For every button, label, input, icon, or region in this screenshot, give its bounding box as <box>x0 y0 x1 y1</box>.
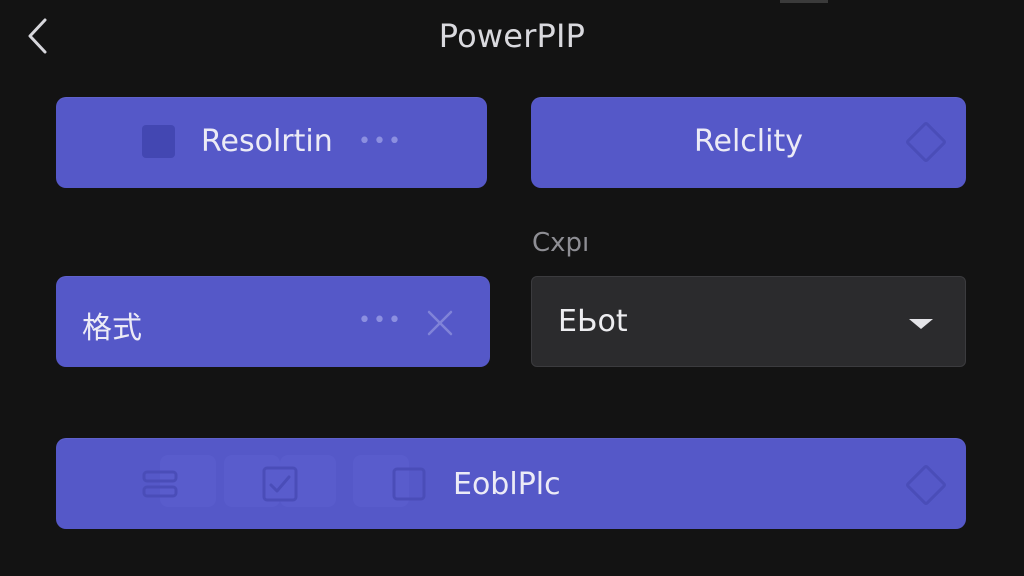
enable-label: EoblPlc <box>453 467 561 502</box>
checkbox-icon[interactable] <box>262 466 298 502</box>
export-select-value: EЬot <box>558 304 628 339</box>
resolution-label: Resolrtin <box>201 124 333 159</box>
chevron-down-icon <box>909 319 933 329</box>
format-label: 格式 <box>82 311 142 346</box>
close-icon[interactable] <box>426 309 454 337</box>
page-title: PowerPIP <box>438 17 586 55</box>
list-icon <box>142 470 178 498</box>
export-label: Cxpı <box>532 228 590 258</box>
square-icon <box>142 125 175 158</box>
square-outline-icon <box>392 467 426 501</box>
powerpip-screen: PowerPIP Resolrtin ••• Relclity Cxpı 格式 … <box>0 0 1024 576</box>
diamond-icon <box>904 120 948 164</box>
more-dots-icon[interactable]: ••• <box>358 310 403 332</box>
enable-button[interactable]: EoblPlc <box>56 438 966 529</box>
export-select[interactable]: EЬot <box>531 276 966 367</box>
resolution-button[interactable]: Resolrtin ••• <box>56 97 487 188</box>
relclity-button[interactable]: Relclity <box>531 97 966 188</box>
more-dots-icon[interactable]: ••• <box>358 131 403 153</box>
relclity-label: Relclity <box>694 124 803 159</box>
format-button[interactable]: 格式 ••• <box>56 276 490 367</box>
status-indicator <box>780 0 828 3</box>
diamond-icon <box>904 463 948 507</box>
